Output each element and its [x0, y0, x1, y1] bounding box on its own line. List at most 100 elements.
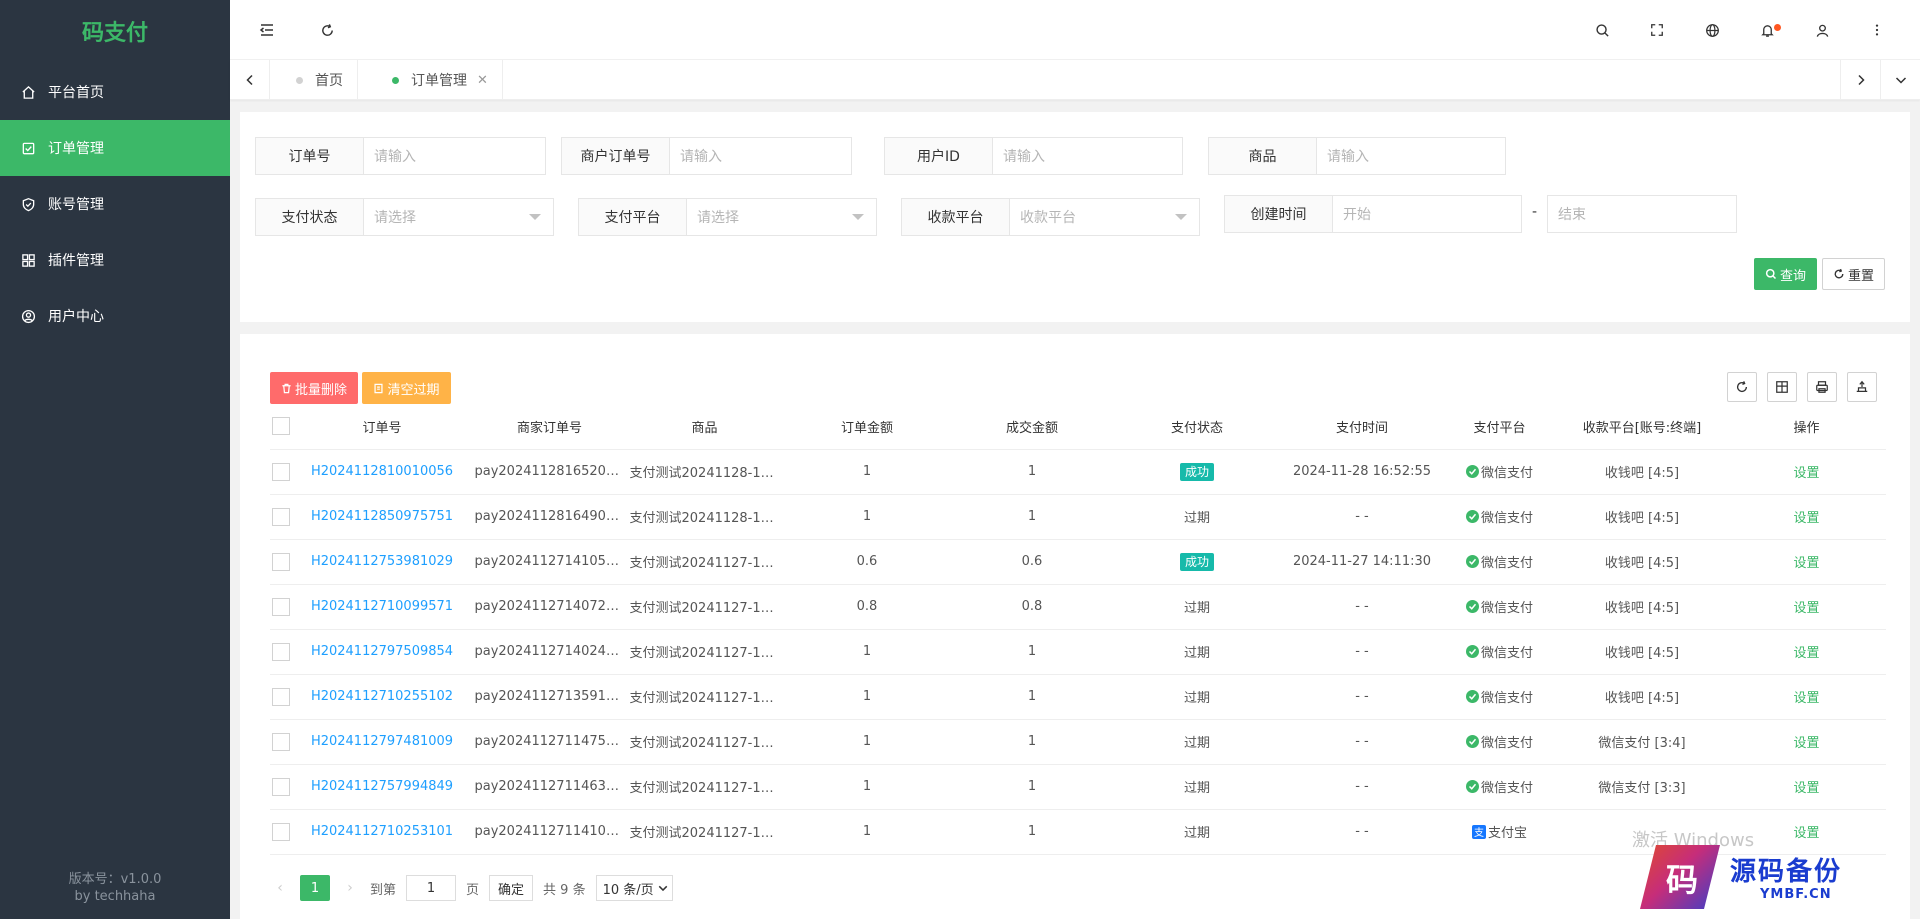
query-button[interactable]: 查询: [1754, 258, 1817, 290]
tab-label: 订单管理: [411, 73, 467, 89]
notification-dot: [1774, 24, 1781, 31]
more-menu-button[interactable]: [1865, 18, 1889, 42]
pay-status-select[interactable]: 请选择: [364, 199, 553, 235]
tab-home[interactable]: 首页: [270, 60, 358, 100]
settings-link[interactable]: 设置: [1793, 646, 1819, 661]
settings-link[interactable]: 设置: [1793, 826, 1819, 841]
menu-toggle-button[interactable]: [255, 18, 279, 42]
page-number-current[interactable]: 1: [300, 875, 330, 901]
row-checkbox[interactable]: [272, 822, 290, 841]
column-header[interactable]: 商家订单号: [472, 404, 627, 450]
order-no-link[interactable]: H2024112810010056: [311, 464, 453, 479]
settings-link[interactable]: 设置: [1793, 691, 1819, 706]
settings-link[interactable]: 设置: [1793, 781, 1819, 796]
order-no-link[interactable]: H2024112757994849: [311, 779, 453, 794]
paid-amount-cell: 0.8: [952, 584, 1112, 630]
clear-expired-button[interactable]: 清空过期: [362, 372, 451, 404]
page-size-select[interactable]: 10 条/页: [595, 875, 673, 901]
column-header[interactable]: 订单金额: [782, 404, 952, 450]
refresh-page-button[interactable]: [315, 18, 339, 42]
version-number: 版本号：v1.0.0: [68, 872, 162, 887]
sidebar-item-orders[interactable]: 订单管理: [0, 120, 230, 176]
created-time-start-input[interactable]: 开始: [1333, 196, 1521, 232]
order-no-link[interactable]: H2024112710099571: [311, 599, 453, 614]
amount-cell: 0.6: [782, 539, 952, 585]
fullscreen-button[interactable]: [1645, 18, 1669, 42]
table-row[interactable]: H2024112753981029 pay2024112714105583...支…: [270, 539, 1886, 585]
row-select-cell: [270, 809, 292, 855]
sidebar-item-accounts[interactable]: 账号管理: [0, 176, 230, 232]
settings-link[interactable]: 设置: [1793, 601, 1819, 616]
row-checkbox[interactable]: [272, 462, 290, 481]
table-print-button[interactable]: [1807, 372, 1837, 402]
batch-delete-button[interactable]: 批量删除: [270, 372, 358, 404]
column-header[interactable]: 订单号: [292, 404, 472, 450]
column-header[interactable]: 收款平台[账号:终端]: [1557, 404, 1727, 450]
table-columns-button[interactable]: [1767, 372, 1797, 402]
column-header[interactable]: 支付时间: [1282, 404, 1442, 450]
created-time-end-input[interactable]: 结束: [1547, 195, 1737, 233]
tabs-dropdown-button[interactable]: [1880, 60, 1920, 100]
settings-link[interactable]: 设置: [1793, 466, 1819, 481]
status-cell: 成功: [1112, 539, 1282, 585]
column-header[interactable]: 支付状态: [1112, 404, 1282, 450]
row-checkbox[interactable]: [272, 507, 290, 526]
notifications-button[interactable]: [1755, 18, 1781, 42]
column-header[interactable]: 支付平台: [1442, 404, 1557, 450]
user-button[interactable]: [1810, 18, 1834, 42]
table-row[interactable]: H2024112710099571 pay2024112714072058...支…: [270, 584, 1886, 630]
table-row[interactable]: H2024112710255102 pay2024112713591817...支…: [270, 674, 1886, 720]
row-checkbox[interactable]: [272, 642, 290, 661]
order-no-input[interactable]: 请输入: [364, 138, 545, 174]
prev-page-button[interactable]: ‹: [270, 880, 290, 896]
table-row[interactable]: H2024112757994849 pay202411271146303259支付…: [270, 764, 1886, 810]
search-button[interactable]: [1590, 18, 1614, 42]
order-no-link[interactable]: H2024112710255102: [311, 689, 453, 704]
table-row[interactable]: H2024112810010056 pay2024112816520491...支…: [270, 449, 1886, 495]
settings-link[interactable]: 设置: [1793, 556, 1819, 571]
merchant-order-no-input[interactable]: 请输入: [670, 138, 851, 174]
table-refresh-button[interactable]: [1727, 372, 1757, 402]
order-no-link[interactable]: H2024112753981029: [311, 554, 453, 569]
column-header[interactable]: 操作: [1727, 404, 1886, 450]
language-button[interactable]: [1700, 18, 1724, 42]
row-checkbox[interactable]: [272, 597, 290, 616]
platform-cell: 微信支付: [1442, 764, 1557, 810]
row-checkbox[interactable]: [272, 732, 290, 751]
order-no-link[interactable]: H2024112797481009: [311, 734, 453, 749]
sidebar-item-user-center[interactable]: 用户中心: [0, 288, 230, 344]
settings-link[interactable]: 设置: [1793, 511, 1819, 526]
receive-platform-select[interactable]: 收款平台: [1010, 199, 1199, 235]
goto-page-input[interactable]: 1: [406, 875, 457, 901]
row-checkbox[interactable]: [272, 552, 290, 571]
amount-cell: 1: [782, 494, 952, 540]
tabs-scroll-right-button[interactable]: [1840, 60, 1880, 100]
close-icon[interactable]: ✕: [477, 73, 488, 88]
sidebar-item-home[interactable]: 平台首页: [0, 64, 230, 120]
settings-link[interactable]: 设置: [1793, 736, 1819, 751]
order-no-link[interactable]: H2024112850975751: [311, 509, 453, 524]
goto-confirm-button[interactable]: 确定: [489, 875, 534, 901]
select-all-checkbox[interactable]: [272, 417, 290, 436]
user-id-input[interactable]: 请输入: [993, 138, 1182, 174]
column-header[interactable]: 商品: [627, 404, 782, 450]
action-cell: 设置: [1727, 629, 1886, 675]
table-export-button[interactable]: [1847, 372, 1877, 402]
platform-cell: 微信支付: [1442, 629, 1557, 675]
row-checkbox[interactable]: [272, 687, 290, 706]
table-row[interactable]: H2024112850975751 pay2024112816490225...支…: [270, 494, 1886, 540]
order-no-link[interactable]: H2024112710253101: [311, 824, 453, 839]
pay-platform-select[interactable]: 请选择: [687, 199, 876, 235]
table-row[interactable]: H2024112797509854 pay2024112714024850...支…: [270, 629, 1886, 675]
row-checkbox[interactable]: [272, 777, 290, 796]
reset-button[interactable]: 重置: [1822, 258, 1885, 290]
goods-input[interactable]: 请输入: [1317, 138, 1505, 174]
tabs-scroll-left-button[interactable]: [230, 60, 270, 100]
order-no-link[interactable]: H2024112797509854: [311, 644, 453, 659]
merchant-no-cell: pay202411271141009023: [472, 809, 627, 855]
sidebar-item-plugins[interactable]: 插件管理: [0, 232, 230, 288]
tab-orders[interactable]: 订单管理 ✕: [366, 60, 503, 100]
table-row[interactable]: H2024112797481009 pay202411271147533581支付…: [270, 719, 1886, 765]
next-page-button[interactable]: ›: [340, 880, 360, 896]
column-header[interactable]: 成交金额: [952, 404, 1112, 450]
